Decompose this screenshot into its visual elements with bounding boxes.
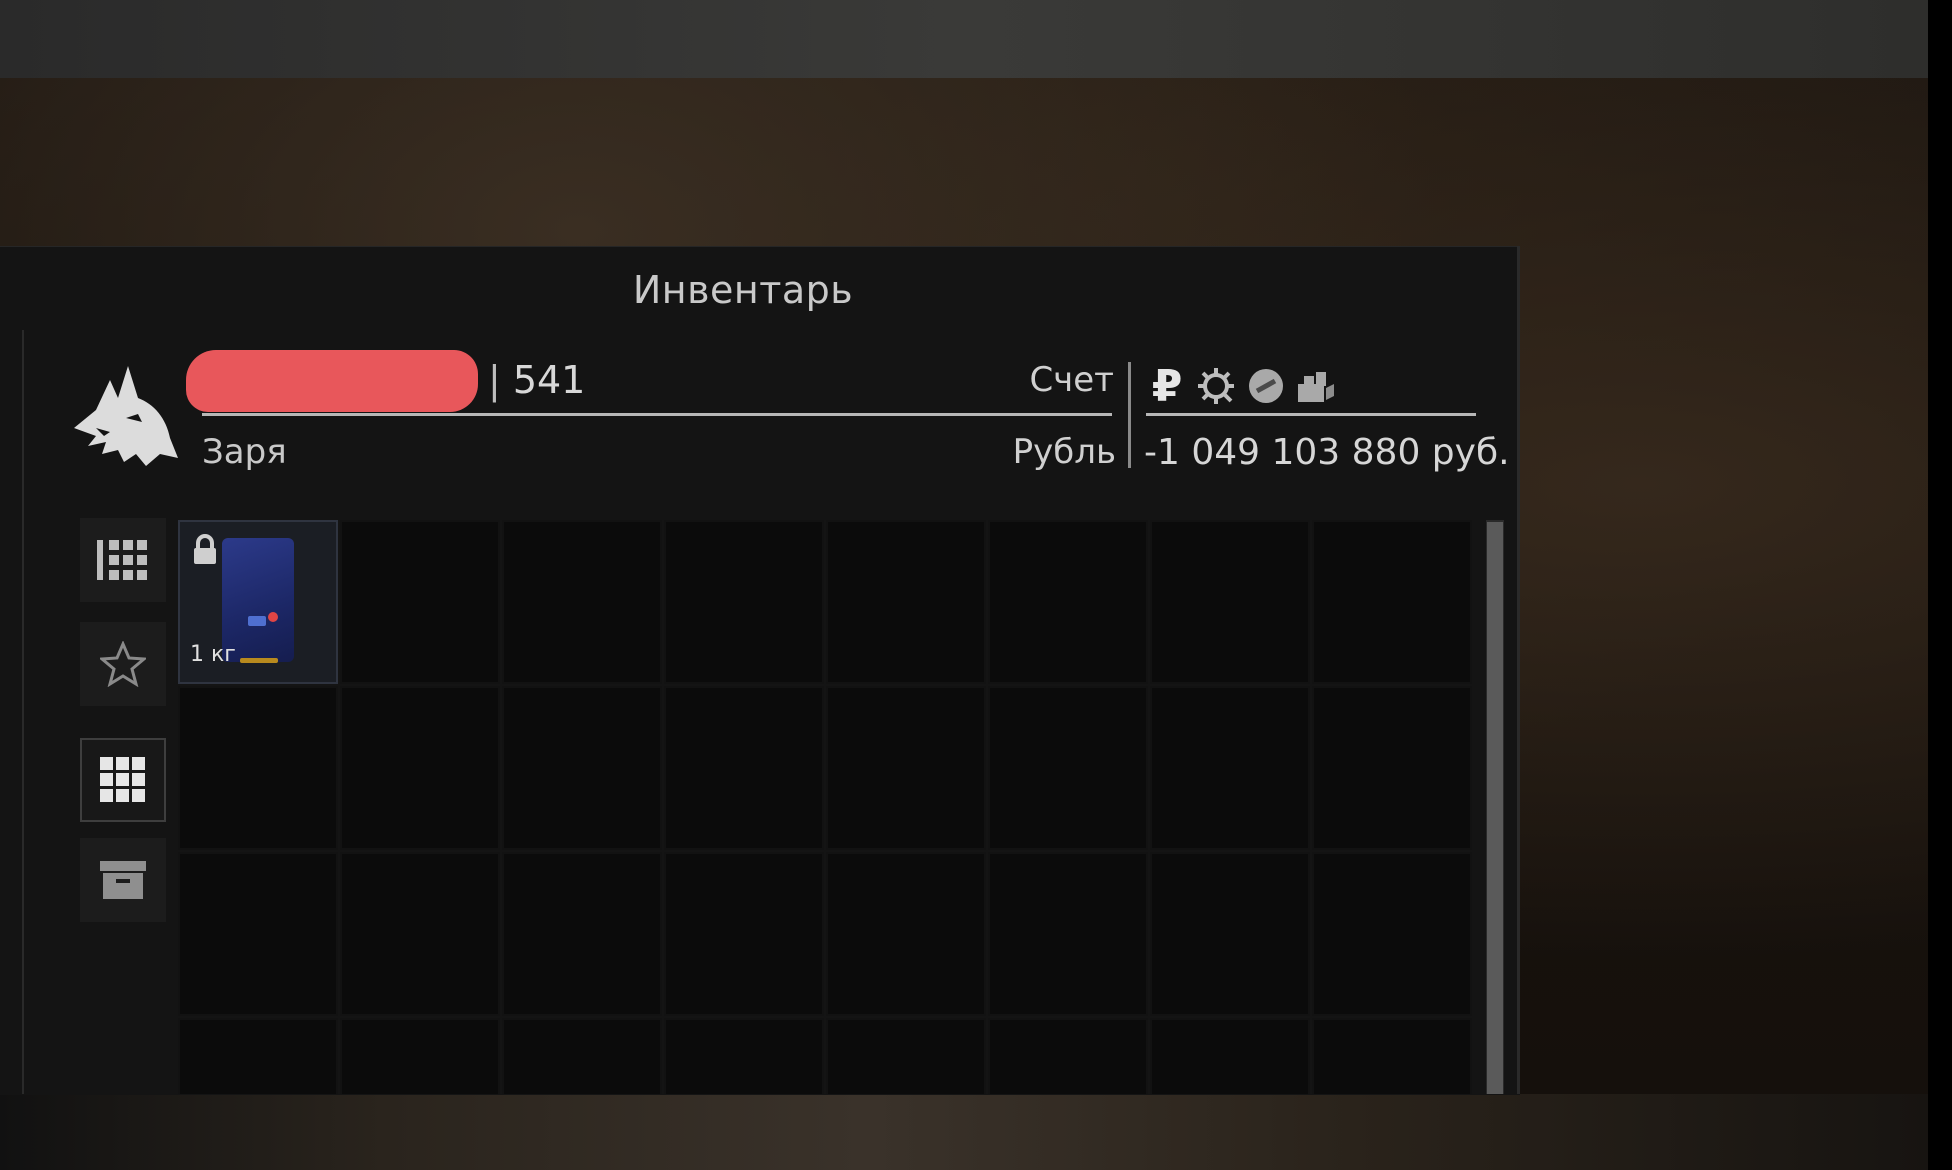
scrollbar-thumb[interactable] — [1487, 522, 1503, 1094]
wolf-head-icon — [74, 366, 178, 466]
account-label: Счет — [1029, 360, 1114, 400]
inventory-slot[interactable] — [1312, 852, 1472, 1016]
inventory-slot[interactable] — [1150, 686, 1310, 850]
inventory-slot[interactable] — [502, 520, 662, 684]
list-grid-icon — [97, 540, 147, 580]
inventory-slot[interactable] — [1312, 520, 1472, 684]
ruble-icon[interactable]: ₽ — [1148, 361, 1186, 412]
gear-coin-icon[interactable] — [1194, 364, 1238, 408]
level-separator: | — [488, 358, 501, 402]
faction-name: Заря — [202, 432, 287, 472]
lock-icon — [194, 534, 216, 564]
star-icon — [100, 641, 146, 687]
inventory-slot[interactable] — [502, 686, 662, 850]
inventory-title: Инвентарь — [632, 268, 854, 312]
item-weight: 1 кг — [190, 642, 236, 667]
cash-stack-icon[interactable] — [1294, 366, 1338, 406]
inventory-slot[interactable] — [502, 852, 662, 1016]
inventory-slot[interactable] — [826, 686, 986, 850]
inventory-slot[interactable] — [826, 852, 986, 1016]
grid-icon — [100, 757, 145, 802]
inventory-slot[interactable] — [1150, 520, 1310, 684]
player-level: | 541 — [488, 358, 585, 402]
inventory-slot[interactable] — [340, 520, 500, 684]
inventory-slot[interactable] — [340, 686, 500, 850]
token-icon[interactable] — [1246, 366, 1286, 406]
inventory-slot[interactable] — [1312, 686, 1472, 850]
currency-label: Рубль — [1012, 432, 1116, 472]
inventory-slot[interactable] — [502, 1018, 662, 1094]
redacted-player-name — [186, 350, 478, 412]
box-icon — [100, 861, 146, 899]
screen-edge — [1928, 0, 1952, 1170]
inventory-slot[interactable] — [340, 852, 500, 1016]
account-divider — [1128, 362, 1131, 468]
inventory-slot[interactable] — [1312, 1018, 1472, 1094]
inventory-grid: 1 кг — [178, 520, 1472, 1094]
inventory-slot[interactable] — [178, 1018, 338, 1094]
inventory-slot[interactable] — [340, 1018, 500, 1094]
background-bottom — [0, 1094, 1928, 1170]
inventory-slot[interactable] — [988, 520, 1148, 684]
inventory-slot[interactable] — [664, 686, 824, 850]
inventory-slot[interactable] — [826, 1018, 986, 1094]
name-underline — [202, 413, 1112, 416]
account-balance: -1 049 103 880 руб. — [1144, 432, 1510, 473]
currency-selector: ₽ — [1148, 361, 1338, 412]
inventory-slot[interactable] — [178, 686, 338, 850]
phone-camera — [248, 616, 266, 626]
inventory-slot[interactable] — [988, 686, 1148, 850]
item-durability-bar — [240, 658, 278, 663]
inventory-slot[interactable] — [826, 520, 986, 684]
tab-favorites[interactable] — [80, 622, 166, 706]
inventory-slot[interactable] — [664, 852, 824, 1016]
inventory-slot[interactable] — [664, 1018, 824, 1094]
inventory-slot[interactable] — [988, 1018, 1148, 1094]
tab-storage[interactable] — [80, 838, 166, 922]
inventory-slot[interactable] — [1150, 1018, 1310, 1094]
background-top — [0, 0, 1928, 78]
panel-border — [1517, 246, 1520, 1094]
tab-list[interactable] — [80, 518, 166, 602]
inventory-slot[interactable] — [1150, 852, 1310, 1016]
panel-left-divider — [22, 330, 24, 1094]
inventory-slot[interactable] — [988, 852, 1148, 1016]
inventory-slot[interactable] — [664, 520, 824, 684]
inventory-slot[interactable] — [178, 852, 338, 1016]
tab-grid[interactable] — [80, 738, 166, 822]
phone-indicator — [268, 612, 278, 622]
inventory-item[interactable]: 1 кг — [178, 520, 338, 684]
currency-underline — [1146, 413, 1476, 416]
level-value: 541 — [512, 358, 586, 402]
